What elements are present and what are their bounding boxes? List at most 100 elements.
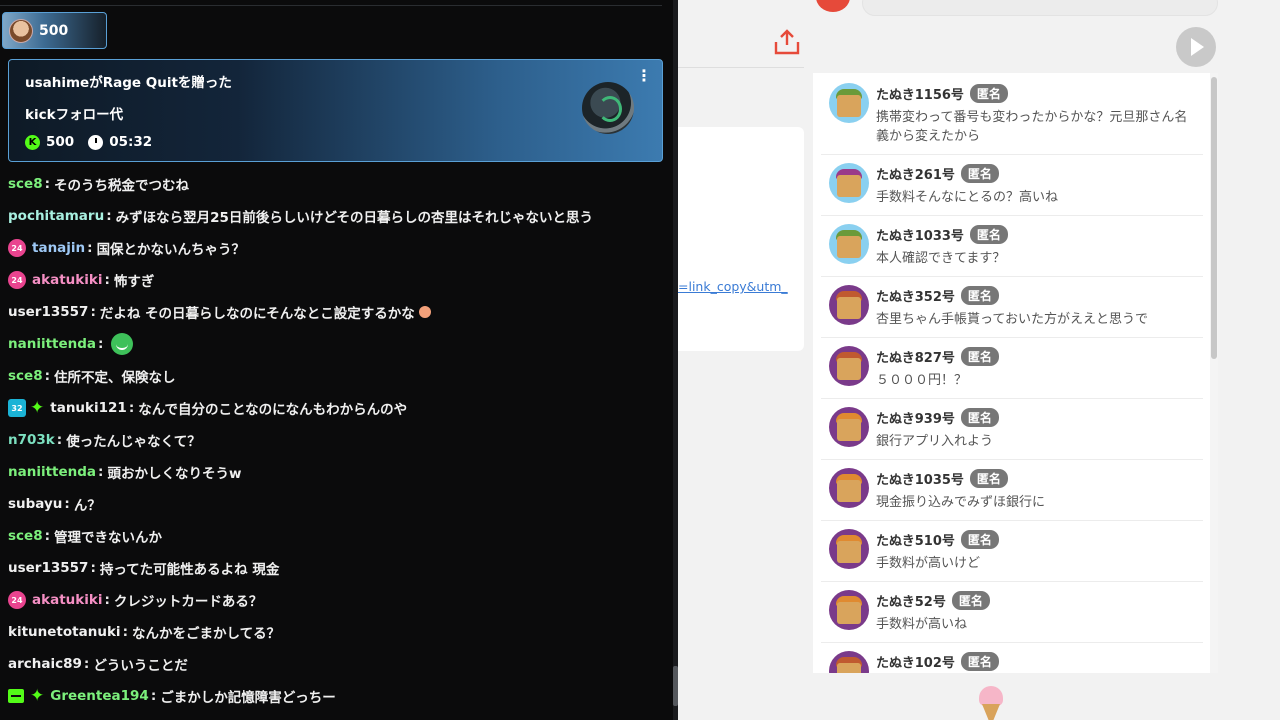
user-avatar[interactable] [816, 0, 850, 12]
tanuki-avatar-icon [829, 468, 869, 508]
comment-list: たぬき1156号 匿名 携帯変わって番号も変わったからかな？元旦那さん名義から変えた… [813, 73, 1218, 673]
comment-text: 手数料が高いね [876, 617, 968, 632]
comment-author: たぬき827号 匿名 [876, 347, 999, 366]
chat-username[interactable]: archaic89 [8, 656, 82, 672]
chat-message: ✦ Greentea194: ごまかしか記憶障害どっちー [8, 680, 668, 712]
chat-separator: : [64, 496, 70, 512]
ice-cream-icon[interactable] [976, 686, 1006, 720]
chat-message: sce8: 管理できないんか [8, 520, 668, 552]
chat-separator: : [87, 240, 93, 256]
divider [0, 5, 662, 6]
comment-item: たぬき102号 匿名 [821, 643, 1203, 673]
chat-username[interactable]: akatukiki [32, 592, 102, 608]
comment-text: 手数料そんなにとるの？高いね [876, 190, 1059, 205]
chat-username[interactable]: sce8 [8, 176, 43, 192]
comment-author: たぬき52号 匿名 [876, 591, 990, 610]
tanuki-avatar-icon [829, 83, 869, 123]
chat-message: 32 ✦ tanuki121: なんで自分のことなのになんもわからんのや [8, 392, 668, 424]
chat-separator: : [44, 176, 50, 192]
chat-text: だよね その日暮らしなのにそんなとこ設定するかな [99, 306, 415, 322]
chat-username[interactable]: subayu [8, 496, 62, 512]
chat-separator: : [104, 272, 110, 288]
chat-text: 使ったんじゃなくて？ [66, 434, 201, 450]
gifter-amount: 500 [39, 22, 69, 39]
author-name: たぬき1035号 [876, 473, 964, 488]
tanuki-avatar-icon [829, 651, 869, 673]
tanuki-avatar-icon [829, 529, 869, 569]
gift-time: 05:32 [109, 134, 153, 150]
chat-separator: : [44, 528, 50, 544]
comment-item: たぬき261号 匿名手数料そんなにとるの？高いね [821, 155, 1203, 216]
author-name: たぬき939号 [876, 412, 955, 427]
comment-page: =link_copy&utm_ たぬき1156号 匿名 携帯変わって番号も変わったか… [678, 0, 1280, 720]
chat-username[interactable]: kitunetotanuki [8, 624, 121, 640]
top-gifter-pill[interactable]: 500 [2, 12, 107, 49]
chat-username[interactable]: sce8 [8, 368, 43, 384]
chat-message: sce8: そのうち税金でつむね [8, 168, 668, 200]
chat-username[interactable]: Greentea194 [50, 688, 149, 704]
chat-separator: : [150, 688, 157, 704]
chat-text: どういうことだ [93, 658, 188, 674]
chat-separator: : [98, 464, 104, 480]
sub-badge-icon [8, 689, 24, 703]
more-options-icon[interactable]: ⋮ [636, 68, 652, 84]
comment-text: 手数料が高いけど [876, 556, 981, 571]
article-card: =link_copy&utm_ [678, 127, 804, 351]
chat-message: n703k: 使ったんじゃなくて？ [8, 424, 668, 456]
chat-message: subayu: ん？ [8, 488, 668, 520]
divider [678, 67, 804, 68]
chat-username[interactable]: akatukiki [32, 272, 102, 288]
smile-emote-icon [111, 333, 134, 355]
comment-text: 本人確認できてます？ [876, 251, 1006, 266]
chat-separator: : [106, 208, 112, 224]
chat-username[interactable]: pochitamaru [8, 208, 104, 224]
chat-username[interactable]: naniittenda [8, 464, 96, 480]
comment-item: たぬき1033号 匿名本人確認できてます？ [821, 216, 1203, 277]
comment-item: たぬき1035号 匿名 現金振り込みでみずほ銀行に [821, 460, 1203, 521]
chat-text: 頭おかしくなりそうw [107, 466, 242, 482]
chat-username[interactable]: user13557 [8, 560, 88, 576]
comment-scrollbar[interactable] [1210, 73, 1218, 673]
tanuki-avatar-icon [829, 224, 869, 264]
article-link[interactable]: =link_copy&utm_ [678, 279, 804, 294]
sparkle-badge-icon: ✦ [30, 685, 45, 706]
gift-card: usahimeがRage Quitを贈った kickフォロー代 K 500 05… [8, 59, 663, 162]
chat-text: 住所不定、保険なし [54, 370, 176, 386]
clock-icon [88, 134, 104, 150]
chat-username[interactable]: user13557 [8, 304, 88, 320]
anonymous-badge: 匿名 [969, 225, 1008, 244]
chat-text: 怖すぎ [113, 274, 155, 290]
author-name: たぬき827号 [876, 351, 955, 366]
chat-username[interactable]: naniittenda [8, 336, 96, 352]
comment-item: たぬき827号 匿名 ５０００円！？ [821, 338, 1203, 399]
scrollbar-thumb[interactable] [1211, 77, 1217, 359]
chat-text: ごまかしか記憶障害どっちー [160, 690, 336, 706]
comment-author: たぬき939号 匿名 [876, 408, 999, 427]
chat-message: sce8: 住所不定、保険なし [8, 360, 668, 392]
comment-author: たぬき1035号 匿名 [876, 469, 1008, 488]
author-name: たぬき1033号 [876, 229, 964, 244]
chat-username[interactable]: tanuki121 [50, 400, 127, 416]
share-icon[interactable] [772, 28, 802, 56]
chat-message: user13557: 持ってた可能性あるよね 現金 [8, 552, 668, 584]
chat-username[interactable]: n703k [8, 432, 55, 448]
send-button[interactable] [1176, 27, 1216, 67]
anonymous-badge: 匿名 [969, 84, 1008, 103]
comment-text: 携帯変わって番号も変わったからかな？元旦那さん名義から変えたから [876, 110, 1188, 144]
chat-message: naniittenda: 頭おかしくなりそうw [8, 456, 668, 488]
anonymous-badge: 匿名 [960, 408, 999, 427]
anonymous-badge: 匿名 [951, 591, 990, 610]
chat-username[interactable]: tanajin [32, 240, 85, 256]
chat-separator: : [98, 336, 104, 352]
chat-username[interactable]: sce8 [8, 528, 43, 544]
comment-input[interactable] [862, 0, 1218, 16]
anonymous-badge: 匿名 [960, 164, 999, 183]
author-name: たぬき1156号 [876, 88, 964, 103]
comment-author: たぬき261号 匿名 [876, 164, 999, 183]
sparkle-badge-icon: ✦ [30, 397, 45, 418]
tanuki-avatar-icon [829, 407, 869, 447]
comment-text: ５０００円！？ [876, 373, 968, 388]
tanuki-avatar-icon [829, 285, 869, 325]
anonymous-badge: 匿名 [960, 286, 999, 305]
chat-text: ん？ [73, 498, 101, 514]
